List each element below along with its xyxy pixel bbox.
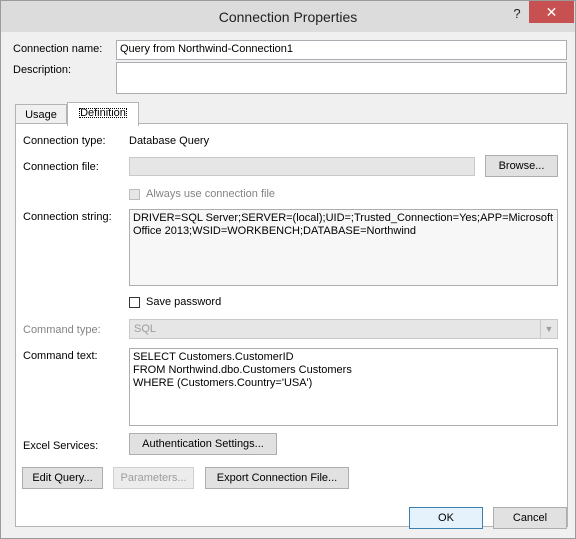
connection-string-label: Connection string:	[23, 211, 112, 223]
command-type-value: SQL	[134, 323, 157, 335]
connection-file-field[interactable]	[129, 157, 475, 176]
description-field[interactable]	[116, 62, 567, 94]
cancel-button[interactable]: Cancel	[493, 507, 567, 529]
tab-definition[interactable]: Definition	[67, 102, 139, 126]
chevron-down-icon: ▼	[540, 320, 557, 338]
connection-properties-dialog: Connection Properties ? ✕ Connection nam…	[0, 0, 576, 539]
tab-usage[interactable]: Usage	[15, 104, 67, 124]
command-type-label: Command type:	[23, 324, 101, 336]
save-password-checkbox[interactable]	[129, 297, 140, 308]
command-text-label: Command text:	[23, 350, 98, 362]
connection-name-field[interactable]: Query from Northwind-Connection1	[116, 40, 567, 60]
browse-button[interactable]: Browse...	[485, 155, 558, 177]
description-label: Description:	[13, 64, 72, 76]
connection-type-label: Connection type:	[23, 135, 106, 147]
command-text-field[interactable]: SELECT Customers.CustomerID FROM Northwi…	[129, 348, 558, 426]
always-use-connection-file-label: Always use connection file	[146, 188, 276, 200]
connection-name-label: Connection name:	[13, 43, 103, 55]
title-bar: Connection Properties ? ✕	[1, 1, 575, 32]
export-connection-file-button[interactable]: Export Connection File...	[205, 467, 349, 489]
excel-services-label: Excel Services:	[23, 440, 99, 452]
parameters-button[interactable]: Parameters...	[113, 467, 194, 489]
edit-query-button[interactable]: Edit Query...	[22, 467, 103, 489]
connection-file-label: Connection file:	[23, 161, 99, 173]
close-button[interactable]: ✕	[529, 1, 574, 23]
help-button[interactable]: ?	[507, 5, 527, 23]
definition-tab-panel: Connection type: Database Query Connecti…	[15, 123, 568, 527]
dialog-body: Connection name: Query from Northwind-Co…	[2, 32, 574, 537]
dialog-title: Connection Properties	[218, 9, 358, 25]
connection-type-value: Database Query	[129, 135, 210, 147]
authentication-settings-button[interactable]: Authentication Settings...	[129, 433, 277, 455]
command-type-dropdown[interactable]: SQL ▼	[129, 319, 558, 339]
tab-definition-label: Definition	[77, 106, 129, 120]
always-use-connection-file-checkbox[interactable]	[129, 189, 140, 200]
save-password-label: Save password	[146, 296, 222, 308]
connection-string-field[interactable]: DRIVER=SQL Server;SERVER=(local);UID=;Tr…	[129, 209, 558, 286]
ok-button[interactable]: OK	[409, 507, 483, 529]
